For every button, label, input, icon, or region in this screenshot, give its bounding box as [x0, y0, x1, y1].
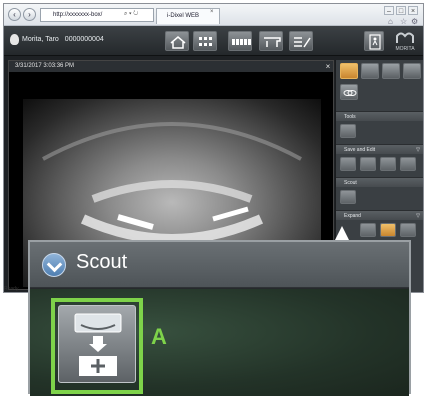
scout-section-header[interactable]: Scout [336, 177, 423, 187]
expand-tool-button[interactable] [360, 223, 376, 237]
layout-single-button[interactable] [340, 63, 358, 79]
close-icon[interactable]: × [408, 6, 418, 15]
address-controls[interactable]: ⌕ ▾ ↻ [124, 8, 154, 22]
report-button[interactable] [289, 31, 313, 51]
chevron-down-icon[interactable] [42, 253, 66, 277]
layout-two-button[interactable] [361, 63, 379, 79]
tools-label: Tools [344, 114, 356, 120]
back-icon[interactable]: ‹ [8, 8, 21, 21]
strip-icon [232, 39, 251, 45]
tool-button[interactable] [340, 124, 356, 138]
morita-logo: MORITA [391, 30, 419, 54]
favorites-icon[interactable]: ☆ [400, 17, 407, 26]
forward-icon[interactable]: › [23, 8, 36, 21]
rotate-left-button[interactable] [340, 157, 356, 171]
callout-pointer [335, 226, 349, 240]
tooth-icon [10, 34, 19, 45]
xray-unit-icon [264, 37, 281, 47]
save-edit-section-header[interactable]: Save and Edit ▽ [336, 144, 423, 154]
capture-button[interactable] [259, 31, 283, 51]
scout-small-button[interactable] [340, 190, 356, 204]
maximize-icon[interactable]: □ [396, 6, 406, 15]
home-icon[interactable]: ⌂ [388, 17, 393, 26]
scout-callout-body: A [30, 289, 409, 396]
layout-four-button[interactable] [403, 63, 421, 79]
expand-label: Expand [344, 213, 361, 219]
patient-info: Morita, Taro 0000000004 [22, 36, 104, 43]
patient-name: Morita, Taro [22, 36, 59, 43]
logo-text: MORITA [395, 46, 415, 52]
expand-section-header[interactable]: Expand ▽ [336, 210, 423, 220]
collapse-icon: ▽ [416, 147, 420, 153]
settings-icon[interactable]: ⚙ [411, 17, 418, 26]
save-edit-label: Save and Edit [344, 147, 376, 153]
tab-close-icon[interactable]: × [210, 9, 214, 15]
scout-capture-icon [74, 313, 122, 376]
house-icon [170, 36, 186, 49]
rotate-right-button[interactable] [360, 157, 376, 171]
scout-button[interactable] [58, 305, 136, 383]
browser-toolbar: ‹ › http://xxxxxxx-box/ ⌕ ▾ ↻ i-Dixel WE… [4, 4, 423, 26]
redo-button[interactable] [400, 157, 416, 171]
minimize-icon[interactable]: – [384, 6, 394, 15]
scout-callout-title: Scout [76, 251, 128, 273]
edit-list-icon [294, 37, 311, 48]
link-button[interactable] [340, 84, 358, 100]
undo-button[interactable] [380, 157, 396, 171]
exit-door-icon [369, 34, 381, 50]
layout-three-button[interactable] [382, 63, 400, 79]
tools-section-header[interactable]: Tools [336, 111, 423, 121]
link-icon [343, 90, 357, 96]
collapse-icon: ▽ [416, 213, 420, 219]
exit-button[interactable] [364, 31, 384, 51]
grid-icon [199, 37, 212, 46]
logo-mark-icon [396, 32, 414, 43]
expand-active-button[interactable] [380, 223, 396, 237]
series-view-button[interactable] [228, 31, 252, 51]
patient-id: 0000000004 [64, 36, 104, 43]
scout-callout: Scout A [28, 240, 411, 396]
scout-callout-header[interactable]: Scout [30, 242, 409, 288]
scout-label: Scout [344, 180, 357, 186]
zoom-button[interactable] [400, 223, 416, 237]
thumbnail-view-button[interactable] [193, 31, 217, 51]
home-button[interactable] [165, 31, 189, 51]
viewer-timestamp: 3/31/2017 3:03:36 PM [9, 61, 333, 72]
viewer-close-button[interactable]: × [323, 61, 333, 72]
app-header: Morita, Taro 0000000004 MORITA [4, 26, 423, 56]
marker-a: A [151, 324, 167, 349]
